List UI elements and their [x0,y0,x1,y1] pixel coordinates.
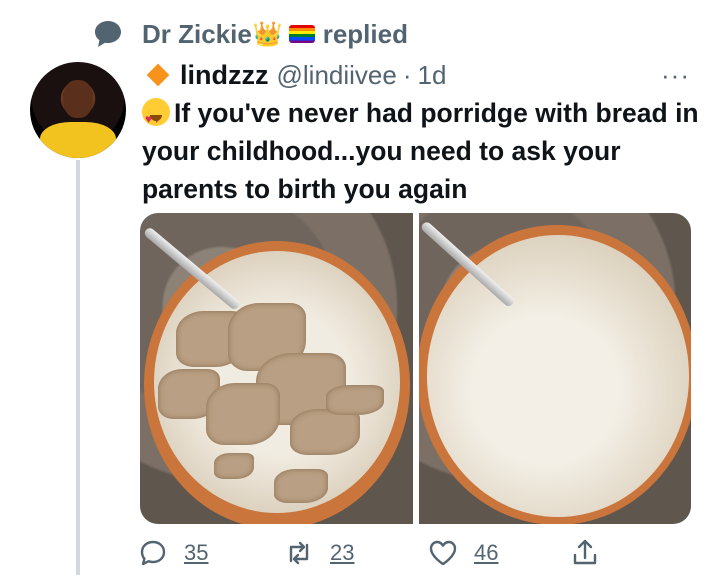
crown-icon: 👑 [252,20,283,48]
retweet-icon [289,541,309,565]
tweet-header: lindzzz @lindiivee · 1d ··· [142,58,690,92]
like-count: 46 [474,540,499,565]
photo-porridge-mixed[interactable] [418,213,691,524]
share-icon [573,539,597,565]
more-options-icon[interactable]: ··· [661,60,690,91]
photo-porridge-with-bread[interactable] [140,213,413,524]
reply-icon [140,540,166,566]
like-action[interactable]: 46 [426,536,498,570]
retweet-count: 23 [330,540,355,565]
tweet-age[interactable]: 1d [418,60,447,91]
reply-count: 35 [184,540,209,565]
tweet-body: If you've never had porridge with bread … [142,98,699,204]
tweet-text: If you've never had porridge with bread … [142,94,702,208]
heart-icon [429,540,457,566]
author-handle[interactable]: @lindiivee [277,60,397,91]
avatar[interactable] [30,62,126,158]
thread-line [76,160,80,575]
author-name[interactable]: lindzzz [180,60,269,91]
share-action[interactable] [568,536,602,570]
retweet-action[interactable]: 23 [282,536,354,570]
reply-action-label: replied [322,18,408,49]
separator-dot: · [402,59,412,90]
orange-diamond-icon [146,63,170,87]
reply-action[interactable]: 35 [136,536,208,570]
reply-context: Dr Zickie 👑 replied [92,14,408,54]
heart-eyes-emoji-icon [142,98,170,138]
media-grid[interactable] [140,213,691,524]
speech-bubble-icon [95,21,121,47]
action-bar: 35 23 46 [136,536,606,570]
rainbow-flag-icon [288,25,315,43]
replier-name[interactable]: Dr Zickie [142,19,252,50]
